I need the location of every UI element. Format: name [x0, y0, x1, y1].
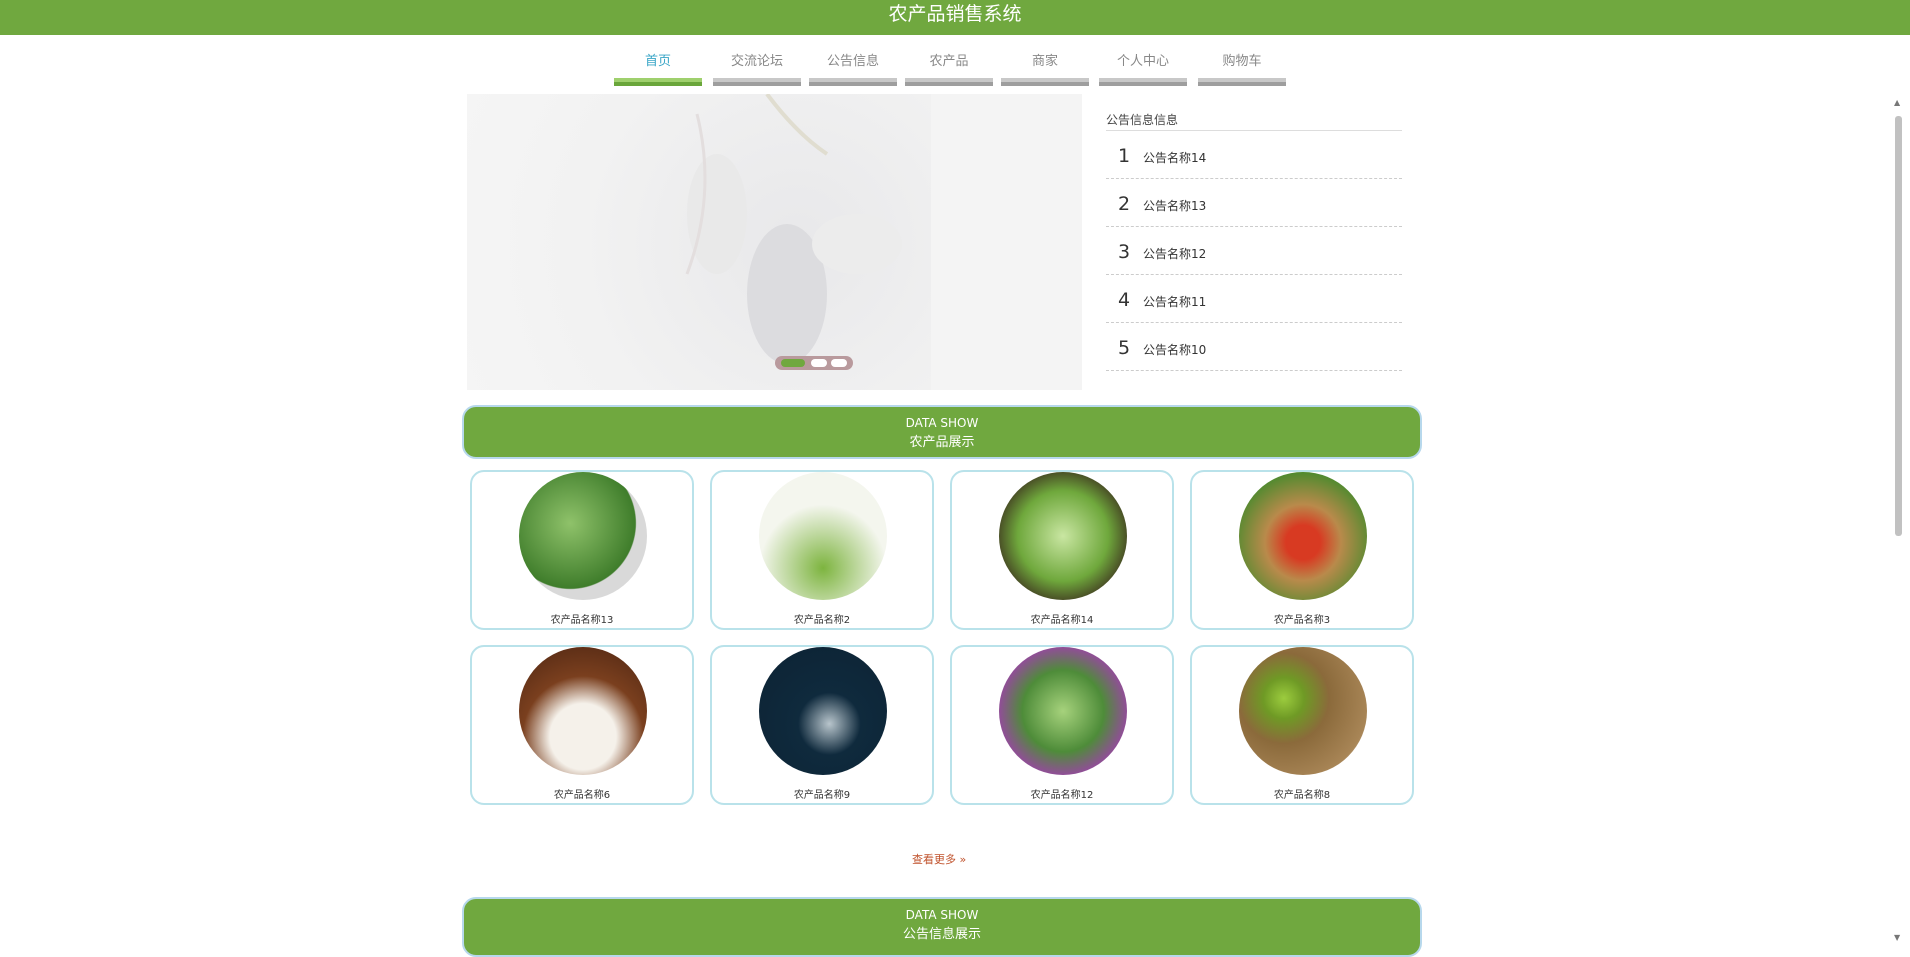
product-name: 农产品名称3	[1273, 615, 1331, 626]
product-card[interactable]: 农产品名称8	[1190, 645, 1414, 805]
product-image	[519, 647, 647, 775]
notice-item[interactable]: 1 公告名称14	[1106, 131, 1402, 179]
notice-title: 公告名称12	[1143, 247, 1207, 261]
product-name: 农产品名称13	[550, 615, 614, 626]
nav-home[interactable]: 首页	[614, 50, 702, 86]
product-image	[999, 647, 1127, 775]
notices-section-header: DATA SHOW 公告信息展示	[462, 897, 1422, 957]
section-title: 农产品展示	[909, 435, 975, 450]
nav-underline	[905, 78, 993, 86]
product-card[interactable]: 农产品名称12	[950, 645, 1174, 805]
product-card[interactable]: 农产品名称9	[710, 645, 934, 805]
product-card[interactable]: 农产品名称3	[1190, 470, 1414, 630]
nav-label: 农产品	[929, 54, 969, 69]
nav-underline	[809, 78, 897, 86]
notice-number: 2	[1118, 193, 1131, 215]
notice-title: 公告名称10	[1143, 343, 1207, 357]
nav-label: 公告信息	[826, 54, 879, 69]
notice-title: 公告名称11	[1143, 295, 1207, 309]
view-more-link[interactable]: 查看更多 »	[912, 851, 966, 867]
notice-title: 公告名称13	[1143, 199, 1207, 213]
product-image	[1239, 647, 1367, 775]
main-nav: 首页 交流论坛 公告信息 农产品 商家 个人中心 购物车	[0, 50, 1910, 86]
product-card[interactable]: 农产品名称2	[710, 470, 934, 630]
nav-underline	[1198, 78, 1286, 86]
nav-personal-center[interactable]: 个人中心	[1099, 50, 1187, 86]
notice-number: 4	[1118, 289, 1131, 311]
nav-notices[interactable]: 公告信息	[809, 50, 897, 86]
banner-flower-graphic	[685, 94, 902, 364]
notice-item[interactable]: 3 公告名称12	[1106, 227, 1402, 275]
notice-title: 公告名称14	[1143, 151, 1207, 165]
section-title: 公告信息展示	[902, 927, 981, 942]
scroll-down-icon[interactable]: ▼	[1894, 933, 1900, 942]
nav-products[interactable]: 农产品	[905, 50, 993, 86]
carousel-dot-1[interactable]	[781, 359, 805, 367]
product-image	[999, 472, 1127, 600]
carousel-dot-3[interactable]	[831, 359, 847, 367]
products-section-header: DATA SHOW 农产品展示	[462, 405, 1422, 459]
nav-underline	[713, 78, 801, 86]
carousel-indicators	[775, 356, 853, 370]
product-name: 农产品名称8	[1273, 790, 1331, 801]
nav-underline	[614, 78, 702, 86]
nav-label: 个人中心	[1116, 54, 1169, 69]
nav-cart[interactable]: 购物车	[1198, 50, 1286, 86]
product-name: 农产品名称2	[793, 615, 851, 626]
nav-label: 商家	[1031, 54, 1058, 69]
nav-merchants[interactable]: 商家	[1001, 50, 1089, 86]
notice-item[interactable]: 4 公告名称11	[1106, 275, 1402, 323]
product-name: 农产品名称14	[1030, 615, 1094, 626]
notice-number: 5	[1118, 337, 1131, 359]
banner-carousel[interactable]	[467, 94, 1082, 390]
page-scrollbar[interactable]: ▲ ▼	[1892, 98, 1904, 942]
product-card[interactable]: 农产品名称14	[950, 470, 1174, 630]
product-image	[519, 472, 647, 600]
notice-panel: 公告信息信息 1 公告名称14 2 公告名称13 3 公告名称12 4 公告名称11 5…	[1106, 110, 1402, 371]
nav-label: 首页	[644, 54, 671, 69]
product-image	[759, 647, 887, 775]
notice-number: 1	[1118, 145, 1131, 167]
nav-underline	[1099, 78, 1187, 86]
notice-panel-title: 公告信息信息	[1106, 110, 1402, 131]
nav-label: 购物车	[1222, 54, 1262, 69]
nav-underline	[1001, 78, 1089, 86]
notice-item[interactable]: 5 公告名称10	[1106, 323, 1402, 371]
carousel-dot-2[interactable]	[811, 359, 827, 367]
site-title: 农产品销售系统	[888, 3, 1022, 25]
notice-item[interactable]: 2 公告名称13	[1106, 179, 1402, 227]
section-subtitle: DATA SHOW	[905, 416, 979, 430]
notice-number: 3	[1118, 241, 1131, 263]
scrollbar-thumb[interactable]	[1895, 116, 1902, 536]
nav-forum[interactable]: 交流论坛	[713, 50, 801, 86]
product-card[interactable]: 农产品名称13	[470, 470, 694, 630]
product-name: 农产品名称9	[793, 790, 851, 801]
banner-image	[467, 94, 931, 390]
product-card[interactable]: 农产品名称6	[470, 645, 694, 805]
nav-label: 交流论坛	[730, 54, 783, 69]
product-image	[759, 472, 887, 600]
site-header: 农产品销售系统	[0, 0, 1910, 35]
product-image	[1239, 472, 1367, 600]
product-name: 农产品名称12	[1030, 790, 1094, 801]
scroll-up-icon[interactable]: ▲	[1894, 98, 1900, 107]
section-subtitle: DATA SHOW	[905, 908, 979, 922]
product-name: 农产品名称6	[553, 790, 611, 801]
